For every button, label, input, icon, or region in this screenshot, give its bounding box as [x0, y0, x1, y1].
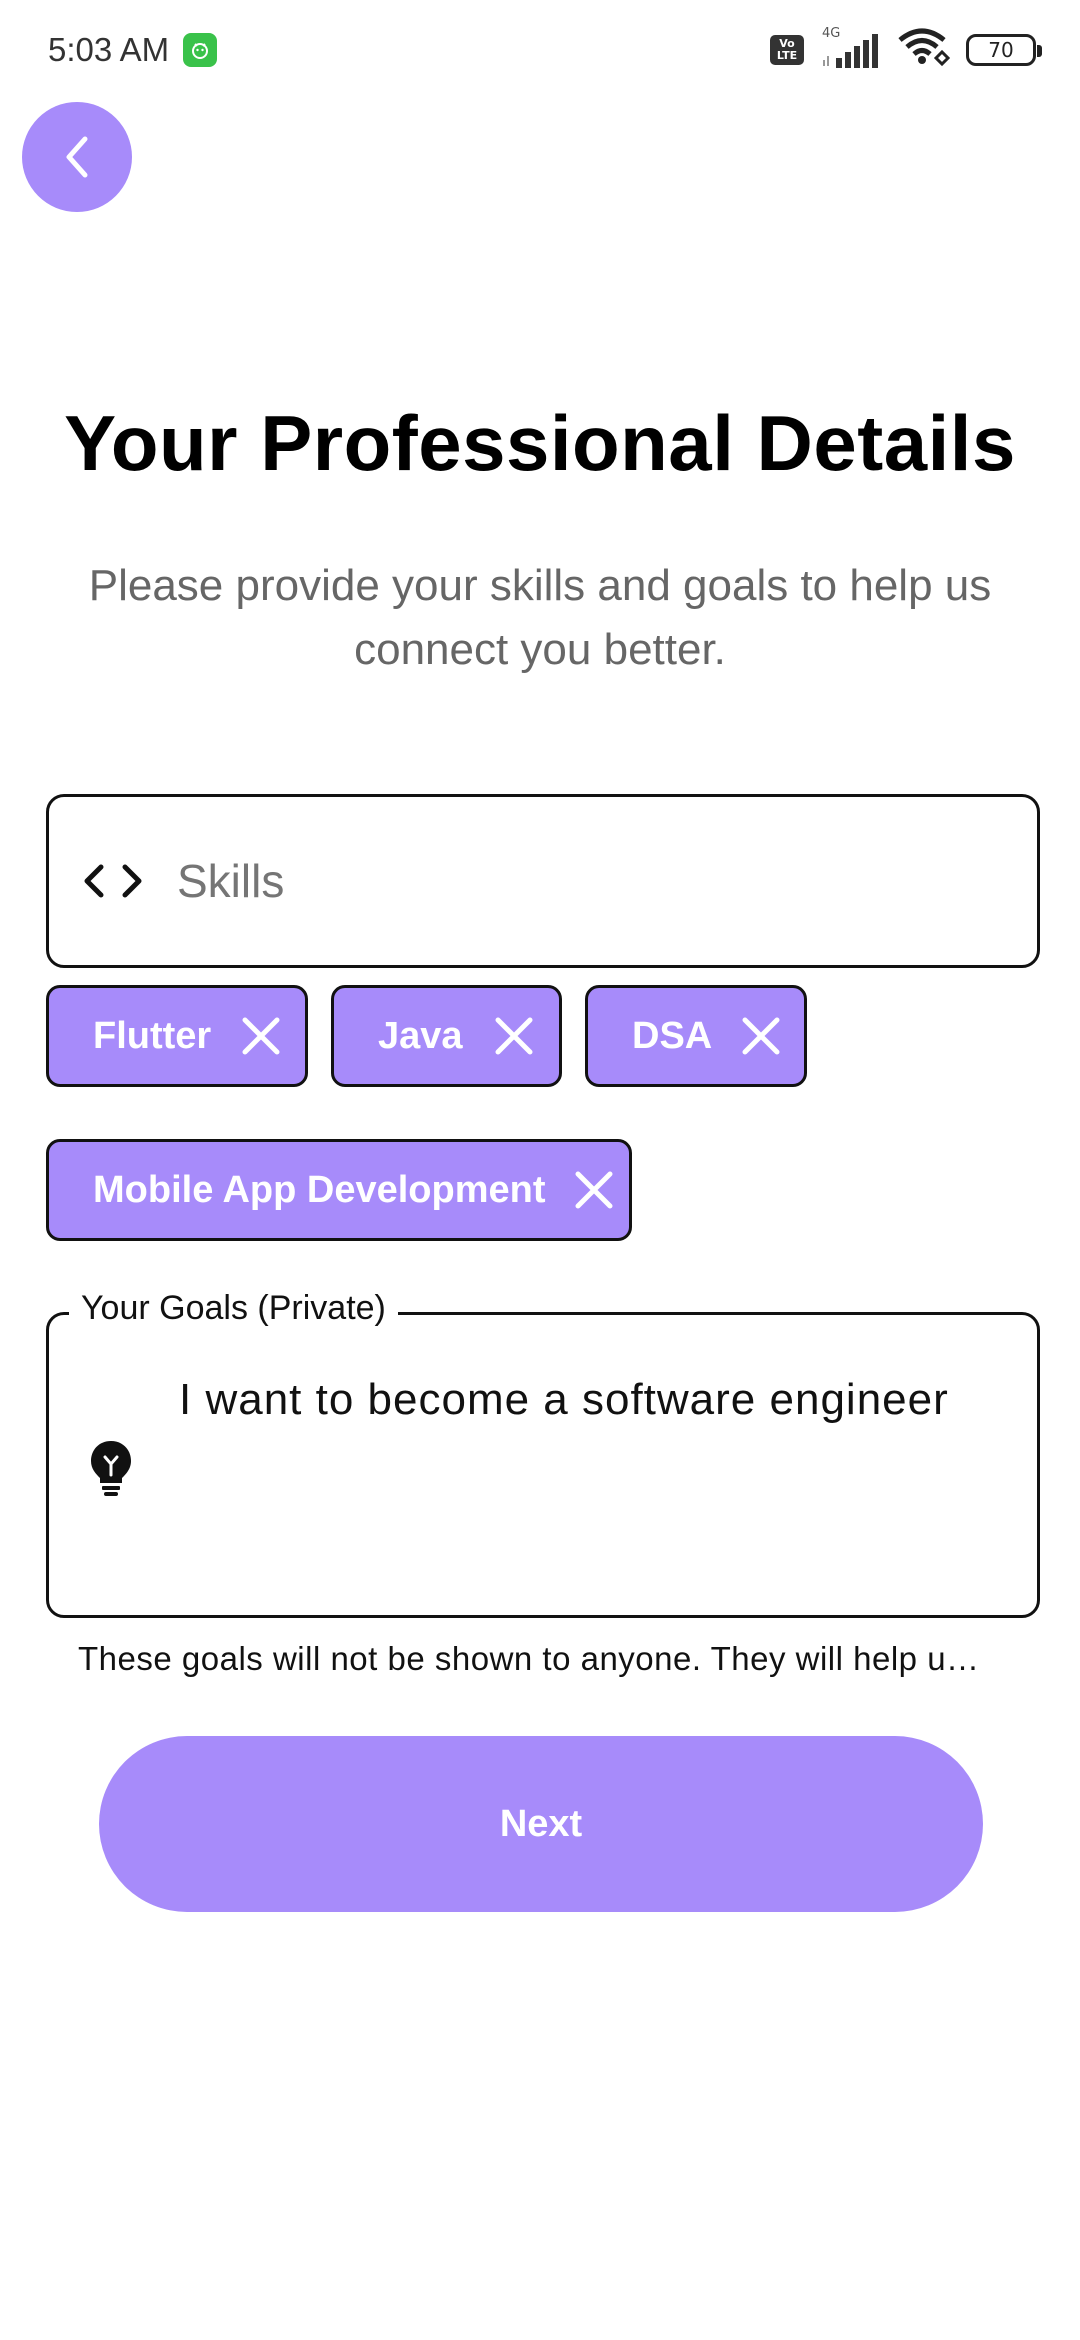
page-title: Your Professional Details [64, 399, 1016, 487]
status-time: 5:03 AM [48, 31, 170, 68]
chevron-left-icon [66, 136, 88, 178]
volte-bottom: LTE [776, 49, 798, 62]
next-button[interactable]: Next [99, 1736, 983, 1912]
close-icon [242, 1017, 280, 1055]
skill-chip-mobile-app-development: Mobile App Development [46, 1139, 632, 1241]
remove-chip-button[interactable] [491, 1010, 537, 1062]
goals-input[interactable]: I want to become a software engineer [179, 1375, 1019, 1425]
skill-chip-dsa: DSA [585, 985, 807, 1087]
page-subtitle: Please provide your skills and goals to … [88, 561, 992, 674]
remove-chip-button[interactable] [740, 1010, 782, 1062]
status-bar: 5:03 AM Vo LTE 4G 70 [0, 0, 1080, 100]
cellular-signal-icon: 4G [820, 26, 882, 70]
skill-chip-label: Java [378, 1014, 463, 1057]
back-button[interactable] [22, 102, 132, 212]
goals-label: Your Goals (Private) [69, 1289, 398, 1328]
skills-field[interactable] [46, 794, 1040, 968]
app-notification-icon [183, 33, 218, 67]
lightbulb-icon [87, 1437, 135, 1497]
wifi-icon [898, 28, 951, 73]
status-left: 5:03 AM [48, 31, 218, 69]
close-icon [742, 1017, 780, 1055]
close-icon [575, 1171, 613, 1209]
skill-chip-label: Mobile App Development [93, 1168, 546, 1211]
remove-chip-button[interactable] [239, 1010, 283, 1062]
volte-icon: Vo LTE [770, 35, 804, 65]
battery-icon: 70 [966, 34, 1042, 66]
skill-chip-java: Java [331, 985, 562, 1087]
battery-level: 70 [988, 38, 1014, 62]
goals-field[interactable]: Your Goals (Private) I want to become a … [46, 1289, 1040, 1618]
status-right: Vo LTE 4G 70 [770, 26, 1042, 73]
code-icon [83, 861, 143, 901]
close-icon [495, 1017, 533, 1055]
goals-helper-text: These goals will not be shown to anyone.… [78, 1640, 980, 1677]
professional-details-screen: 5:03 AM Vo LTE 4G 70 Your Professional D… [0, 0, 1080, 2340]
skill-chip-flutter: Flutter [46, 985, 308, 1087]
skill-chip-label: DSA [632, 1014, 713, 1057]
skill-chip-label: Flutter [93, 1014, 212, 1057]
skills-input[interactable] [177, 854, 775, 908]
remove-chip-button[interactable] [574, 1164, 614, 1216]
